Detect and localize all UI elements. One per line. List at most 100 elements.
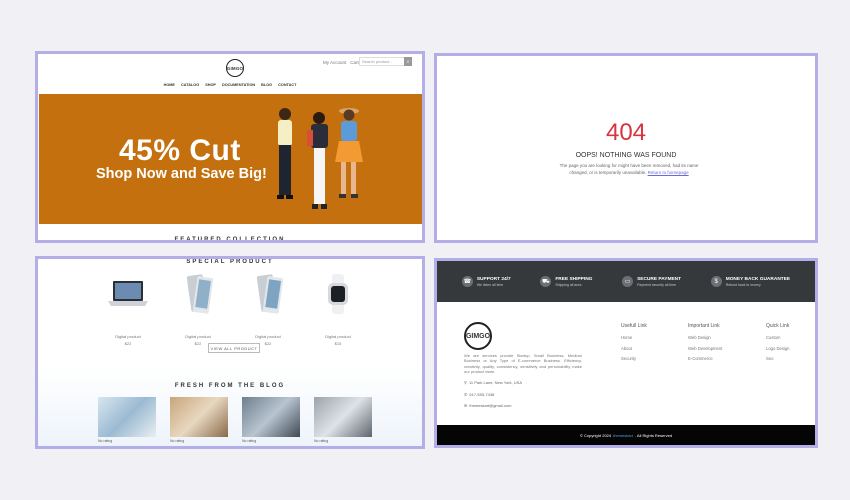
copyright-text: © Copyright 2024	[579, 432, 612, 438]
error-code: 404	[605, 119, 647, 146]
footer-panel: ☎ SUPPORT 24/7 We listen all time ⛟ FREE …	[434, 258, 818, 448]
footer-link[interactable]: About	[621, 346, 647, 351]
footer-phone: ✆ 617-555-7438	[464, 392, 494, 397]
product-name: Digital product	[325, 334, 351, 339]
banner-headline: 45% Cut	[119, 134, 241, 167]
footer-link[interactable]: Custom	[766, 335, 790, 340]
footer-link[interactable]: Logo Design	[766, 346, 790, 351]
product-list: Digital product $22 Digital product $22	[103, 274, 363, 346]
feature-sub: We listen all time	[476, 282, 504, 287]
feature-title: MONEY BACK GUARANTEE	[725, 276, 791, 282]
address-text: 11 Park Lane, New York, USA	[468, 380, 523, 385]
featured-collection-title: FEATURED COLLECTION	[174, 237, 286, 243]
error-message: The page you are looking for might have …	[551, 162, 707, 176]
nav-blog[interactable]: BLOG	[261, 83, 272, 87]
special-product-title: SPECIAL PRODUCT	[186, 259, 274, 265]
cart-link[interactable]: Cart	[350, 60, 359, 65]
phone-icon: ✆	[464, 392, 468, 397]
email-text[interactable]: themeskart@gmail.com	[469, 403, 511, 408]
product-card[interactable]: Digital product $22	[173, 274, 223, 346]
quick-links-column: Quick Link Custom Logo Design Seo	[766, 323, 790, 367]
blog-meta: No rating	[98, 439, 113, 443]
mail-icon: ✉	[464, 403, 468, 408]
copyright-brand-link[interactable]: themeskart	[613, 433, 633, 438]
footer-link[interactable]: E-Commerce	[688, 356, 722, 361]
column-title: Quick Link	[766, 323, 790, 329]
money-icon: $	[710, 276, 722, 287]
feature-title: FREE SHIPPING	[555, 276, 593, 282]
feature-money-back: $ MONEY BACK GUARANTEE Refund back to mon…	[710, 276, 791, 287]
error-title: OOPS! NOTHING WAS FOUND	[575, 152, 677, 159]
useful-links-column: Usefull Link Home About Security	[621, 323, 647, 367]
feature-shipping: ⛟ FREE SHIPPING Shipping all area	[540, 276, 592, 287]
footer-logo[interactable]: GIMGO	[464, 322, 492, 350]
my-account-link[interactable]: My Account	[323, 60, 346, 65]
location-icon: ⚲	[464, 380, 467, 385]
not-found-panel: 404 OOPS! NOTHING WAS FOUND The page you…	[434, 53, 818, 243]
blog-image	[242, 397, 300, 437]
return-home-link[interactable]: Return to homepage	[648, 170, 689, 175]
nav-home[interactable]: HOME	[164, 83, 175, 87]
product-price: $22	[194, 341, 202, 346]
copyright-bar: © Copyright 2024 themeskart . All Rights…	[437, 425, 815, 445]
headset-icon: ☎	[461, 276, 473, 287]
product-price: $15	[334, 341, 342, 346]
feature-sub: Payment security all time	[637, 282, 676, 287]
laptop-icon	[103, 274, 153, 314]
blog-card[interactable]: No rating	[314, 397, 372, 443]
blog-meta: No rating	[314, 439, 329, 443]
blog-card[interactable]: No rating	[170, 397, 228, 443]
blog-card[interactable]: No rating	[242, 397, 300, 443]
column-title: Usefull Link	[621, 323, 647, 329]
truck-icon: ⛟	[540, 276, 552, 287]
feature-bar: ☎ SUPPORT 24/7 We listen all time ⛟ FREE …	[437, 261, 815, 302]
product-price: $22	[124, 341, 132, 346]
banner-models-image	[277, 108, 363, 209]
product-card[interactable]: Digital product $22	[243, 274, 293, 346]
footer-link[interactable]: Web Development	[688, 346, 722, 351]
header: GIMGO My Account Cart Search product... …	[38, 54, 422, 92]
nav-shop[interactable]: SHOP	[205, 83, 216, 87]
blog-meta: No rating	[170, 439, 185, 443]
nav-contact[interactable]: CONTACT	[278, 83, 296, 87]
product-card[interactable]: Digital product $15	[313, 274, 363, 346]
footer-about: We are services provide Startup, Small B…	[464, 353, 582, 374]
footer-email: ✉ themeskart@gmail.com	[464, 403, 511, 408]
column-title: Important Link	[688, 323, 720, 329]
card-icon: ▭	[622, 276, 634, 287]
site-logo[interactable]: GIMGO	[226, 59, 244, 77]
footer-link[interactable]: Home	[621, 335, 647, 340]
main-nav: HOME CATALOG SHOP DOCUMENTATION BLOG CON…	[38, 83, 422, 87]
top-links: My Account Cart	[323, 60, 359, 65]
feature-title: SUPPORT 24/7	[476, 276, 511, 282]
phone-icon	[243, 274, 293, 314]
blog-title: FRESH FROM THE BLOG	[174, 383, 286, 389]
nav-documentation[interactable]: DOCUMENTATION	[222, 83, 255, 87]
copyright-suffix: . All Rights Reserved	[634, 432, 673, 438]
phone-text: 617-555-7438	[469, 392, 495, 397]
search-button[interactable]: ⌕	[404, 57, 412, 66]
hero-banner[interactable]: 45% Cut Shop Now and Save Big!	[39, 94, 422, 224]
product-card[interactable]: Digital product $22	[103, 274, 153, 346]
blog-meta: No rating	[242, 439, 257, 443]
feature-sub: Shipping all area	[555, 282, 582, 287]
feature-payment: ▭ SECURE PAYMENT Payment security all tim…	[622, 276, 681, 287]
feature-title: SECURE PAYMENT	[637, 276, 682, 282]
product-name: Digital product	[255, 334, 281, 339]
phone-icon	[173, 274, 223, 314]
product-name: Digital product	[185, 334, 211, 339]
footer-link[interactable]: Web Design	[688, 335, 722, 340]
watch-icon	[313, 274, 363, 314]
search-icon: ⌕	[406, 58, 410, 65]
blog-image	[98, 397, 156, 437]
blog-card[interactable]: No rating	[98, 397, 156, 443]
footer-link[interactable]: Security	[621, 356, 647, 361]
shop-home-panel: GIMGO My Account Cart Search product... …	[35, 51, 425, 243]
blog-image	[170, 397, 228, 437]
nav-catalog[interactable]: CATALOG	[181, 83, 199, 87]
view-all-products-button[interactable]: VIEW ALL PRODUCT	[208, 343, 260, 353]
product-price: $22	[264, 341, 272, 346]
footer-link[interactable]: Seo	[766, 356, 790, 361]
blog-list: No rating No rating No rating No rating	[98, 397, 372, 443]
footer-address: ⚲ 11 Park Lane, New York, USA	[464, 380, 522, 385]
